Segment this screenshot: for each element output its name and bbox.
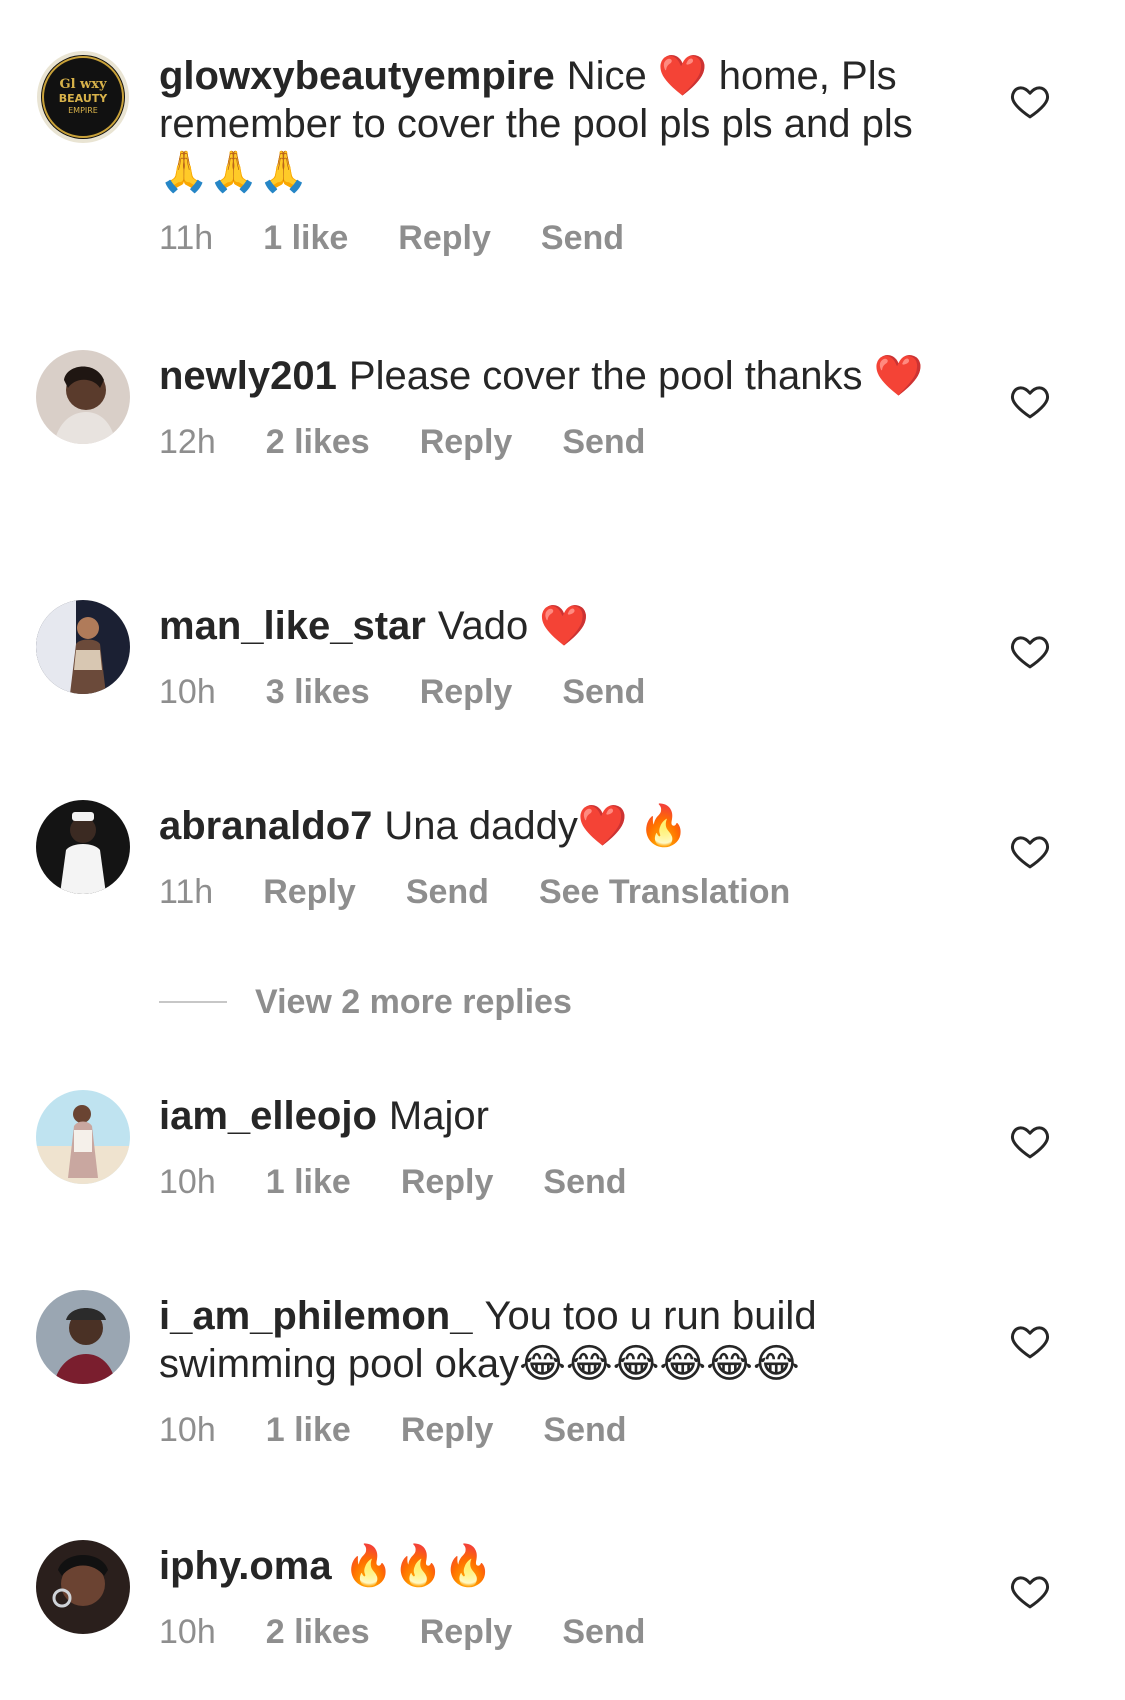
avatar[interactable]	[36, 1090, 130, 1184]
avatar[interactable]	[36, 1540, 130, 1634]
profile-photo	[36, 600, 130, 694]
brand-logo-avatar: Gl wxy BEAUTY EMPIRE	[37, 51, 129, 143]
profile-photo	[36, 800, 130, 894]
profile-photo	[36, 1290, 130, 1384]
comment-like-count[interactable]: 1 like	[266, 1410, 351, 1450]
svg-text:EMPIRE: EMPIRE	[68, 106, 98, 115]
heart-outline-icon[interactable]	[1010, 382, 1050, 420]
comment-meta: 10h 3 likes Reply Send	[159, 672, 959, 712]
comment-text: abranaldo7 Una daddy❤️ 🔥	[159, 802, 959, 850]
send-button[interactable]: Send	[562, 1612, 645, 1652]
comment-like-count[interactable]: 2 likes	[266, 422, 370, 462]
comment-body: Major	[388, 1094, 489, 1138]
comments-list: Gl wxy BEAUTY EMPIRE glowxybeautyempire N…	[0, 0, 1125, 1700]
comment-meta: 11h 1 like Reply Send	[159, 218, 959, 258]
heart-outline-icon[interactable]	[1010, 82, 1050, 120]
send-button[interactable]: Send	[543, 1162, 626, 1202]
see-translation-button[interactable]: See Translation	[539, 872, 790, 912]
comment-username[interactable]: newly201	[159, 354, 337, 398]
comment-meta: 12h 2 likes Reply Send	[159, 422, 959, 462]
comment-username[interactable]: abranaldo7	[159, 804, 372, 848]
avatar[interactable]	[36, 350, 130, 444]
comment-meta: 10h 1 like Reply Send	[159, 1410, 959, 1450]
comment-body: Vado ❤️	[437, 604, 590, 648]
reply-button[interactable]: Reply	[398, 218, 491, 258]
heart-outline-icon[interactable]	[1010, 832, 1050, 870]
comment-time: 10h	[159, 1163, 216, 1201]
avatar[interactable]	[36, 1290, 130, 1384]
view-more-replies[interactable]: View 2 more replies	[159, 980, 572, 1024]
comment-username[interactable]: i_am_philemon_	[159, 1294, 472, 1338]
heart-outline-icon[interactable]	[1010, 1322, 1050, 1360]
comment-text: newly201 Please cover the pool thanks ❤️	[159, 352, 959, 400]
comment-like-count[interactable]: 1 like	[266, 1162, 351, 1202]
comment-meta: 10h 2 likes Reply Send	[159, 1612, 959, 1652]
profile-photo	[36, 1090, 130, 1184]
comment-time: 12h	[159, 423, 216, 461]
comment-time: 10h	[159, 1411, 216, 1449]
comment-text: iam_elleojo Major	[159, 1092, 959, 1140]
divider-line	[159, 1001, 227, 1003]
send-button[interactable]: Send	[562, 672, 645, 712]
avatar[interactable]: Gl wxy BEAUTY EMPIRE	[36, 50, 130, 144]
avatar[interactable]	[36, 600, 130, 694]
comment-username[interactable]: iam_elleojo	[159, 1094, 377, 1138]
view-more-replies-label[interactable]: View 2 more replies	[255, 983, 572, 1022]
avatar[interactable]	[36, 800, 130, 894]
reply-button[interactable]: Reply	[420, 422, 513, 462]
comment-username[interactable]: man_like_star	[159, 604, 426, 648]
comment-like-count[interactable]: 2 likes	[266, 1612, 370, 1652]
comment-time: 10h	[159, 673, 216, 711]
send-button[interactable]: Send	[543, 1410, 626, 1450]
svg-text:Gl wxy: Gl wxy	[59, 77, 107, 92]
reply-button[interactable]: Reply	[401, 1410, 494, 1450]
profile-photo	[36, 350, 130, 444]
reply-button[interactable]: Reply	[420, 1612, 513, 1652]
profile-photo	[36, 1540, 130, 1634]
comment-text: man_like_star Vado ❤️	[159, 602, 959, 650]
heart-outline-icon[interactable]	[1010, 1122, 1050, 1160]
send-button[interactable]: Send	[541, 218, 624, 258]
reply-button[interactable]: Reply	[420, 672, 513, 712]
heart-outline-icon[interactable]	[1010, 632, 1050, 670]
comment-text: iphy.oma 🔥🔥🔥	[159, 1542, 959, 1590]
comment-meta: 11h Reply Send See Translation	[159, 872, 959, 912]
comment-time: 11h	[159, 873, 214, 911]
comment-username[interactable]: glowxybeautyempire	[159, 54, 555, 98]
send-button[interactable]: Send	[562, 422, 645, 462]
reply-button[interactable]: Reply	[401, 1162, 494, 1202]
send-button[interactable]: Send	[406, 872, 489, 912]
comment-time: 10h	[159, 1613, 216, 1651]
comment-username[interactable]: iphy.oma	[159, 1544, 332, 1588]
comment-text: i_am_philemon_ You too u run build swimmi…	[159, 1292, 959, 1388]
comment-time: 11h	[159, 219, 214, 257]
reply-button[interactable]: Reply	[263, 872, 356, 912]
comment-text: glowxybeautyempire Nice ❤️ home, Pls reme…	[159, 52, 959, 196]
comment-body: Una daddy❤️ 🔥	[384, 804, 689, 848]
svg-text:BEAUTY: BEAUTY	[59, 92, 109, 105]
comment-body: Please cover the pool thanks ❤️	[348, 354, 924, 398]
comment-body: 🔥🔥🔥	[343, 1544, 494, 1588]
heart-outline-icon[interactable]	[1010, 1572, 1050, 1610]
comment-like-count[interactable]: 1 like	[263, 218, 348, 258]
comment-like-count[interactable]: 3 likes	[266, 672, 370, 712]
comment-meta: 10h 1 like Reply Send	[159, 1162, 959, 1202]
